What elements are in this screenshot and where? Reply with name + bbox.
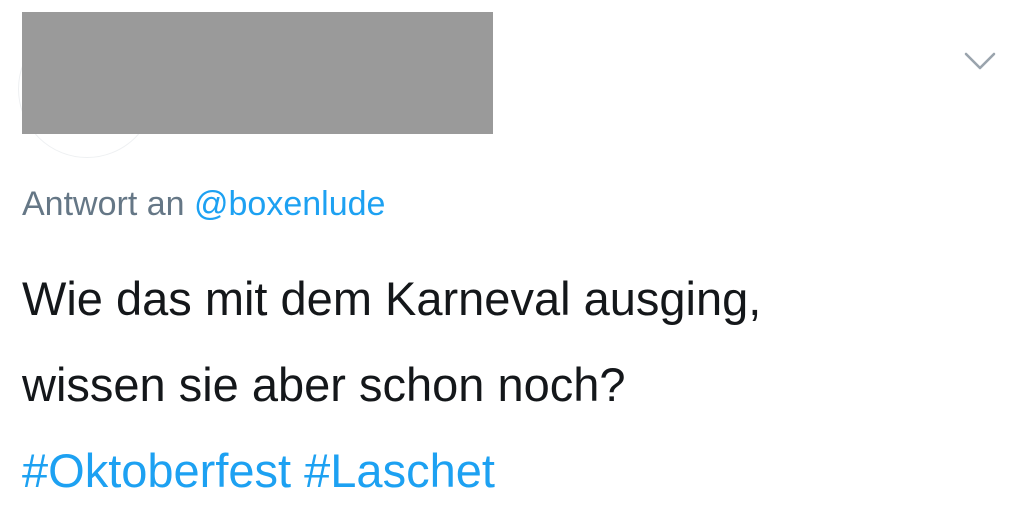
chevron-down-icon[interactable]: [960, 46, 1000, 78]
redacted-user-info: [22, 12, 493, 134]
tweet-text-line: wissen sie aber schon noch?: [22, 358, 626, 411]
reply-prefix: Antwort an: [22, 185, 185, 223]
reply-handle-link[interactable]: @boxenlude: [194, 185, 385, 223]
hashtag-link[interactable]: #Oktoberfest: [22, 444, 291, 497]
avatar-image-detail: [127, 149, 155, 157]
tweet-text: Wie das mit dem Karneval ausging, wissen…: [22, 256, 1002, 513]
hashtag-link[interactable]: #Laschet: [304, 444, 495, 497]
tweet: Antwort an @boxenlude Wie das mit dem Ka…: [0, 0, 1024, 513]
reply-context: Antwort an @boxenlude: [22, 180, 385, 228]
tweet-text-line: Wie das mit dem Karneval ausging,: [22, 272, 762, 325]
hashtag-line: #Oktoberfest #Laschet: [22, 428, 1002, 513]
